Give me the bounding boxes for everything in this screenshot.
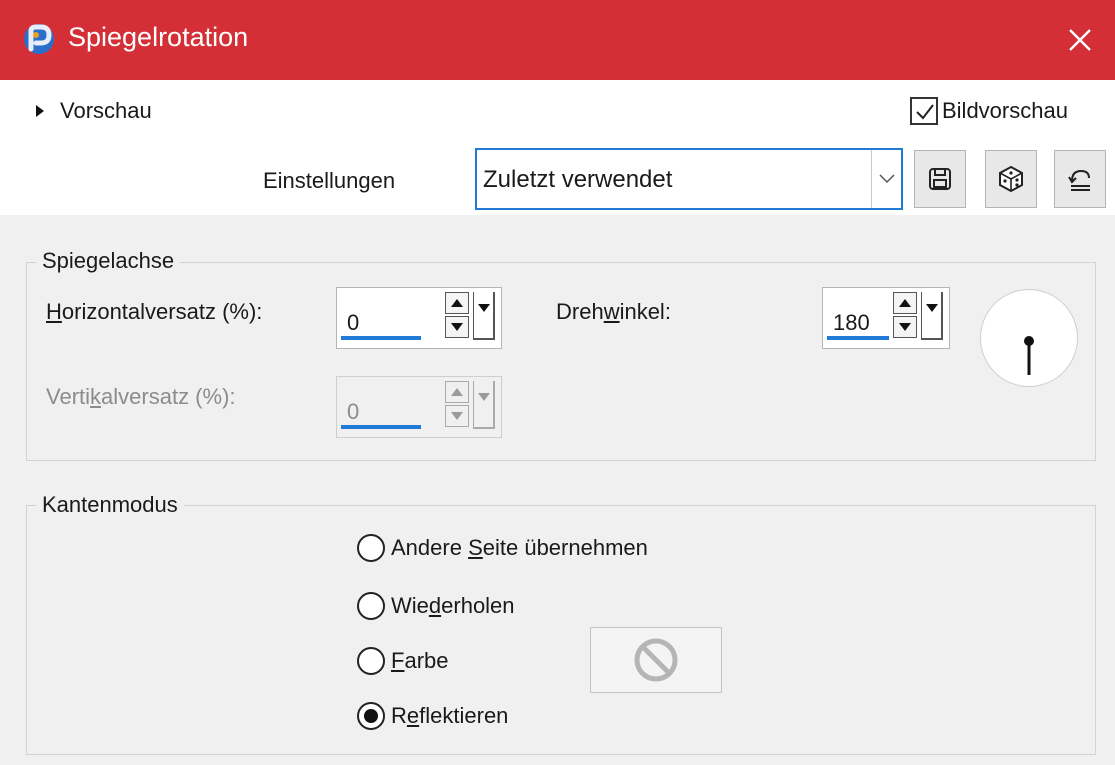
- mirror-axis-title: Spiegelachse: [36, 248, 181, 274]
- image-preview-checkbox-row[interactable]: Bildvorschau: [910, 94, 1068, 128]
- edge-mode-title: Kantenmodus: [36, 492, 184, 518]
- horizontal-offset-dropdown-button[interactable]: [473, 292, 495, 340]
- triangle-down-icon: [925, 304, 938, 312]
- horizontal-offset-up-button[interactable]: [445, 292, 469, 314]
- expand-triangle-icon: [36, 105, 44, 117]
- option-label-mnemonic: d: [428, 593, 442, 618]
- chevron-down-icon: [878, 174, 895, 184]
- option-label-post: arbe: [404, 648, 449, 673]
- rotation-angle-stepper: [893, 292, 917, 340]
- rotation-angle-dial[interactable]: [980, 289, 1078, 387]
- option-label: Farbe: [391, 648, 449, 674]
- dropdown-arrow[interactable]: [871, 150, 901, 208]
- horizontal-offset-stepper: [445, 292, 469, 340]
- radio-button[interactable]: [357, 592, 385, 620]
- save-preset-button[interactable]: [914, 150, 966, 208]
- option-label-post: erholen: [441, 593, 515, 618]
- option-label-post: flektieren: [419, 703, 509, 728]
- option-label: Reflektieren: [391, 703, 508, 729]
- vertical-offset-label: Vertikalversatz (%):: [46, 384, 236, 410]
- triangle-down-icon: [899, 323, 911, 331]
- vertical-offset-stepper: [445, 381, 469, 429]
- triangle-down-icon: [451, 412, 463, 420]
- rotation-angle-up-button[interactable]: [893, 292, 917, 314]
- triangle-up-icon: [451, 299, 463, 307]
- horizontal-offset-down-button[interactable]: [445, 316, 469, 338]
- edge-mode-option-repeat[interactable]: Wiederholen: [357, 588, 515, 624]
- radio-button-selected[interactable]: [357, 702, 385, 730]
- preset-dropdown[interactable]: Zuletzt verwendet: [475, 148, 903, 210]
- horizontal-offset-label: Horizontalversatz (%):: [46, 299, 262, 325]
- horizontal-offset-slider-bar[interactable]: [341, 336, 421, 340]
- horizontal-offset-label-post: orizontalversatz (%):: [61, 299, 263, 324]
- image-preview-label: Bildvorschau: [942, 98, 1068, 123]
- app-logo-icon: [24, 24, 54, 54]
- window-title: Spiegelrotation: [68, 22, 249, 52]
- horizontal-offset-spinner[interactable]: 0: [336, 287, 502, 349]
- rotation-angle-label: Drehwinkel:: [556, 299, 671, 325]
- edge-mode-option-color[interactable]: Farbe: [357, 643, 449, 679]
- edge-mode-option-reflect[interactable]: Reflektieren: [357, 698, 508, 734]
- vertical-offset-label-post: alversatz (%):: [101, 384, 236, 409]
- radio-button[interactable]: [357, 647, 385, 675]
- preview-label: Vorschau: [60, 98, 152, 123]
- option-label-pre: R: [391, 703, 407, 728]
- checkmark-icon: [916, 104, 934, 120]
- option-label: Wiederholen: [391, 593, 515, 619]
- option-label-mnemonic: e: [406, 703, 420, 728]
- close-icon: [1069, 29, 1091, 51]
- rotation-angle-spinner[interactable]: 180: [822, 287, 950, 349]
- option-label: Andere Seite übernehmen: [391, 535, 648, 561]
- rotation-angle-slider-bar[interactable]: [827, 336, 889, 340]
- edge-mode-option-other-side[interactable]: Andere Seite übernehmen: [357, 530, 648, 566]
- close-button[interactable]: [1045, 0, 1115, 80]
- horizontal-offset-mnemonic: H: [46, 299, 62, 324]
- option-label-pre: Wie: [391, 593, 429, 618]
- save-icon: [929, 168, 951, 190]
- horizontal-offset-value[interactable]: 0: [347, 310, 359, 336]
- vertical-offset-dropdown-button: [473, 381, 495, 429]
- option-label-mnemonic: F: [391, 648, 405, 673]
- vertical-offset-label-pre: Verti: [46, 384, 91, 409]
- triangle-down-icon: [477, 304, 490, 312]
- vertical-offset-down-button: [445, 405, 469, 427]
- image-preview-checkbox[interactable]: [910, 97, 938, 125]
- edge-color-button: [590, 627, 722, 693]
- dice-icon: [999, 165, 1023, 193]
- option-label-pre: Andere: [391, 535, 469, 560]
- preset-value: Zuletzt verwendet: [483, 166, 673, 193]
- title-bar: Spiegelrotation: [0, 0, 1115, 80]
- preview-toggle[interactable]: Vorschau: [36, 95, 152, 127]
- option-label-mnemonic: S: [468, 535, 483, 560]
- rotation-angle-down-button[interactable]: [893, 316, 917, 338]
- rotation-angle-label-pre: Dreh: [556, 299, 604, 324]
- rotation-angle-label-post: inkel:: [619, 299, 671, 324]
- rotation-angle-value[interactable]: 180: [833, 310, 870, 336]
- radio-button[interactable]: [357, 534, 385, 562]
- dial-needle-icon: [1024, 336, 1034, 375]
- settings-label: Einstellungen: [263, 168, 396, 193]
- reset-button[interactable]: [1054, 150, 1106, 208]
- vertical-offset-up-button: [445, 381, 469, 403]
- triangle-down-icon: [451, 323, 463, 331]
- triangle-up-icon: [899, 299, 911, 307]
- rotation-angle-mnemonic: w: [603, 299, 620, 324]
- vertical-offset-spinner: 0: [336, 376, 502, 438]
- reset-icon: [1068, 169, 1090, 191]
- rotation-angle-dropdown-button[interactable]: [921, 292, 943, 340]
- no-color-icon: [634, 638, 678, 682]
- vertical-offset-value: 0: [347, 399, 360, 424]
- triangle-down-icon: [477, 393, 490, 401]
- vertical-offset-mnemonic: k: [90, 384, 102, 409]
- randomize-button[interactable]: [985, 150, 1037, 208]
- triangle-up-icon: [451, 388, 463, 396]
- vertical-offset-slider-bar: [341, 425, 421, 429]
- option-label-post: eite übernehmen: [482, 535, 648, 560]
